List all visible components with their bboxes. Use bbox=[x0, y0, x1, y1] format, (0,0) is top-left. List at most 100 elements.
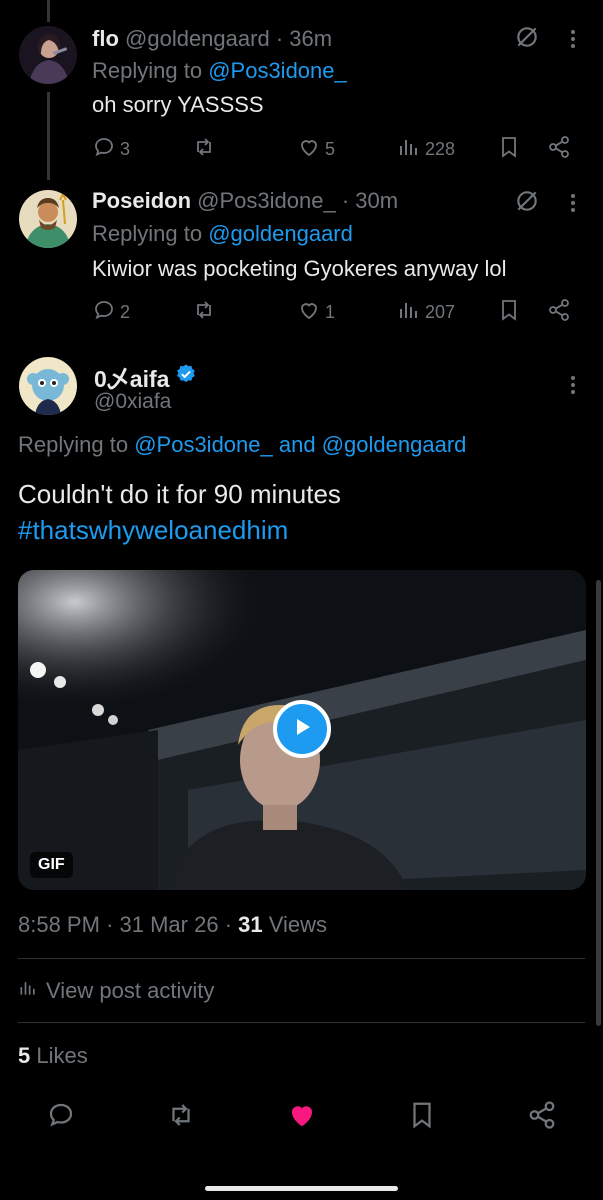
retweet-button[interactable] bbox=[166, 1100, 196, 1135]
author-name[interactable]: 0乄aifa bbox=[94, 360, 169, 394]
bookmark-button[interactable] bbox=[407, 1100, 437, 1135]
meta-separator: · bbox=[106, 912, 114, 937]
reply-tweet-2[interactable]: Poseidon @Pos3idone_ · 30m Replying to @… bbox=[0, 180, 603, 340]
views-button[interactable]: 228 bbox=[397, 135, 455, 164]
avatar[interactable] bbox=[19, 26, 77, 84]
likes-summary[interactable]: 5 Likes bbox=[18, 1043, 88, 1069]
reply-button[interactable]: 2 bbox=[92, 298, 130, 327]
retweet-button[interactable] bbox=[192, 135, 216, 164]
timestamp: · 36m bbox=[275, 26, 333, 51]
verified-icon bbox=[175, 363, 197, 391]
retweet-icon bbox=[192, 135, 216, 164]
tweet-media-gif[interactable]: GIF bbox=[18, 570, 586, 890]
main-action-bar bbox=[0, 1100, 603, 1150]
tweet-meta: 8:58 PM · 31 Mar 26 · 31 Views bbox=[18, 912, 327, 938]
main-author-name[interactable]: 0乄aifa bbox=[94, 360, 197, 394]
reply-count: 3 bbox=[120, 139, 131, 159]
action-bar: 3 5 228 bbox=[92, 135, 582, 165]
reply-header: Poseidon @Pos3idone_ · 30m bbox=[92, 188, 398, 214]
reply-button[interactable]: 3 bbox=[92, 135, 130, 164]
views-label: Views bbox=[268, 912, 328, 937]
retweet-icon bbox=[166, 1104, 196, 1134]
reply-button[interactable] bbox=[46, 1100, 76, 1135]
bookmark-icon bbox=[497, 298, 521, 327]
views-count: 228 bbox=[425, 139, 456, 159]
bookmark-button[interactable] bbox=[497, 298, 521, 327]
tweet-time: 8:58 PM bbox=[18, 912, 100, 937]
replying-and: and bbox=[278, 432, 316, 457]
grok-icon bbox=[514, 27, 540, 54]
author-handle[interactable]: @Pos3idone_ bbox=[197, 188, 336, 213]
action-bar: 2 1 207 bbox=[92, 298, 582, 328]
bookmark-icon bbox=[497, 135, 521, 164]
replying-to: Replying to @Pos3idone_ and @goldengaard bbox=[18, 432, 466, 458]
views-icon bbox=[397, 298, 421, 327]
like-count: 1 bbox=[325, 302, 336, 322]
divider bbox=[18, 958, 585, 959]
share-button[interactable] bbox=[547, 135, 571, 164]
retweet-icon bbox=[192, 298, 216, 327]
bookmark-button[interactable] bbox=[497, 135, 521, 164]
reply-header: flo @goldengaard · 36m bbox=[92, 26, 332, 52]
replying-prefix: Replying to bbox=[92, 221, 203, 246]
avatar[interactable] bbox=[19, 357, 77, 415]
reply-count: 2 bbox=[120, 302, 131, 322]
tweet-text-line: Couldn't do it for 90 minutes bbox=[18, 479, 341, 509]
reply-icon bbox=[46, 1103, 76, 1134]
divider bbox=[18, 1022, 585, 1023]
likes-label: Likes bbox=[36, 1043, 88, 1068]
like-icon bbox=[287, 1106, 317, 1134]
like-icon bbox=[297, 135, 321, 164]
gif-badge: GIF bbox=[30, 852, 73, 878]
play-button[interactable] bbox=[273, 700, 331, 758]
more-icon[interactable] bbox=[570, 191, 576, 215]
bookmark-icon bbox=[407, 1102, 437, 1134]
like-button[interactable]: 5 bbox=[297, 135, 335, 164]
retweet-button[interactable] bbox=[192, 298, 216, 327]
grok-button[interactable] bbox=[514, 188, 540, 219]
like-button[interactable] bbox=[287, 1100, 317, 1135]
grok-button[interactable] bbox=[514, 24, 540, 55]
reply-tweet-1[interactable]: flo @goldengaard · 36m Replying to @Pos3… bbox=[0, 0, 603, 180]
mention-link[interactable]: @goldengaard bbox=[322, 432, 467, 457]
hashtag-link[interactable]: #thatswhyweloanedhim bbox=[18, 512, 341, 548]
views-button[interactable]: 207 bbox=[397, 298, 455, 327]
reply-icon bbox=[92, 135, 116, 164]
share-icon bbox=[527, 1101, 557, 1134]
author-handle[interactable]: @goldengaard bbox=[125, 26, 270, 51]
like-count: 5 bbox=[325, 139, 336, 159]
tweet-date: 31 Mar 26 bbox=[119, 912, 219, 937]
reply-icon bbox=[92, 298, 116, 327]
replying-to: Replying to @Pos3idone_ bbox=[92, 58, 347, 84]
share-icon bbox=[547, 135, 571, 164]
author-name[interactable]: flo bbox=[92, 26, 119, 51]
replying-to: Replying to @goldengaard bbox=[92, 221, 353, 247]
views-count: 31 bbox=[238, 912, 263, 937]
views-icon bbox=[18, 978, 38, 1004]
scrollbar[interactable] bbox=[596, 580, 601, 1026]
more-icon[interactable] bbox=[570, 373, 576, 397]
more-icon[interactable] bbox=[570, 27, 576, 51]
share-button[interactable] bbox=[527, 1100, 557, 1135]
share-button[interactable] bbox=[547, 298, 571, 327]
activity-label: View post activity bbox=[46, 978, 215, 1003]
views-count: 207 bbox=[425, 302, 456, 322]
replying-prefix: Replying to bbox=[92, 58, 203, 83]
views-icon bbox=[397, 135, 421, 164]
tweet-text: Kiwior was pocketing Gyokeres anyway lol bbox=[92, 256, 507, 281]
home-indicator[interactable] bbox=[205, 1186, 398, 1191]
like-icon bbox=[297, 298, 321, 327]
mention-link[interactable]: @Pos3idone_ bbox=[208, 58, 347, 83]
author-name[interactable]: Poseidon bbox=[92, 188, 191, 213]
play-icon bbox=[290, 715, 314, 744]
likes-count: 5 bbox=[18, 1043, 31, 1068]
avatar[interactable] bbox=[19, 190, 77, 248]
mention-link[interactable]: @goldengaard bbox=[208, 221, 353, 246]
timestamp: · 30m bbox=[341, 188, 399, 213]
meta-separator: · bbox=[224, 912, 233, 937]
like-button[interactable]: 1 bbox=[297, 298, 335, 327]
mention-link[interactable]: @Pos3idone_ bbox=[134, 432, 273, 457]
tweet-text: Couldn't do it for 90 minutes #thatswhyw… bbox=[18, 476, 341, 548]
main-author-handle[interactable]: @0xiafa bbox=[94, 390, 171, 414]
view-post-activity-button[interactable]: View post activity bbox=[18, 978, 214, 1004]
